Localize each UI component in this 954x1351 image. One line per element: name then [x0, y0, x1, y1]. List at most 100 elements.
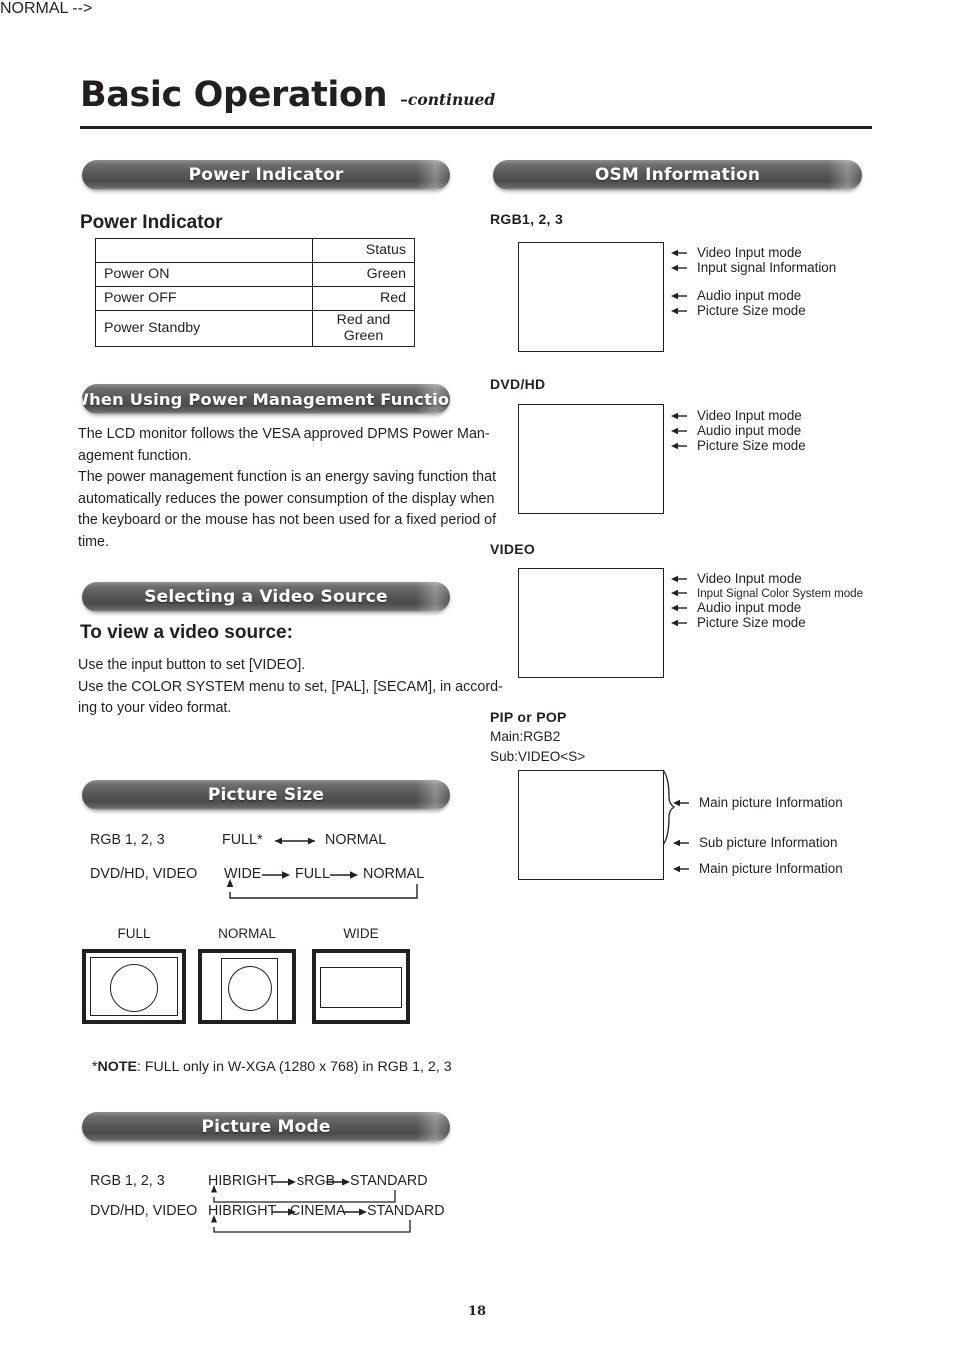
- section-pill-power-indicator: Power Indicator: [82, 160, 450, 190]
- diagram-label-wide: WIDE: [343, 926, 379, 941]
- osm-callout-rgb-1: Video Input mode: [670, 245, 802, 260]
- section-pill-label: Picture Size: [207, 785, 325, 805]
- paragraph-line: The LCD monitor follows the VESA approve…: [78, 426, 490, 442]
- diagram-inner-frame: [320, 967, 402, 1008]
- picture-size-row-dvd-source: DVD/HD, VIDEO: [90, 866, 198, 882]
- heading-view-video-source: To view a video source:: [80, 622, 293, 643]
- section-pill-label: OSM Information: [594, 165, 761, 185]
- picture-mode-loopback-arrow-rgb: [211, 1185, 396, 1203]
- left-arrow-icon: [671, 427, 687, 434]
- osm-callout-video-1: Video Input mode: [670, 571, 802, 586]
- osm-callout-dvdhd-1: Video Input mode: [670, 408, 802, 423]
- osm-callout-pip-1: Main picture Information: [672, 795, 843, 810]
- osm-callout-label: Picture Size mode: [697, 303, 806, 318]
- osm-callout-label: Picture Size mode: [697, 615, 806, 630]
- osm-callout-label: Input signal Information: [697, 260, 837, 275]
- table-cell: Power ON: [95, 262, 313, 287]
- picture-size-row-rgb-source: RGB 1, 2, 3: [90, 832, 165, 848]
- osm-callout-label: Video Input mode: [697, 408, 802, 423]
- header-divider: [80, 126, 872, 129]
- diagram-screen-wide: [312, 949, 410, 1024]
- paragraph-line: agement function.: [78, 447, 192, 464]
- left-arrow-icon: [671, 264, 687, 271]
- left-arrow-icon: [673, 799, 689, 806]
- left-arrow-icon: [671, 604, 687, 611]
- page-title-continued: –continued: [400, 90, 496, 109]
- table-cell: Red: [312, 286, 415, 311]
- table-cell: Power Standby: [95, 310, 313, 347]
- picture-mode-row-dvd-source: DVD/HD, VIDEO: [90, 1203, 198, 1219]
- section-pill-label: Selecting a Video Source: [144, 587, 388, 607]
- diagram-label-full: FULL: [117, 926, 151, 941]
- page-title: Basic Operation: [80, 75, 388, 115]
- paragraph-power-management: The LCD monitor follows the VESA approve…: [78, 424, 497, 553]
- paragraph-line: automatically reduces the power consumpt…: [78, 490, 495, 507]
- picture-size-note: *NOTE: FULL only in W-XGA (1280 x 768) i…: [92, 1059, 452, 1075]
- document-page: Basic Operation –continued Power Indicat…: [0, 0, 954, 1351]
- osm-callout-rgb-3: Audio input mode: [670, 288, 801, 303]
- osm-callout-video-2: Input Signal Color System mode: [670, 586, 872, 600]
- left-arrow-icon: [671, 442, 687, 449]
- osm-group-heading-video: VIDEO: [490, 541, 536, 557]
- note-text: : FULL only in W-XGA (1280 x 768) in RGB…: [136, 1059, 452, 1075]
- table-row: Power OFF Red: [95, 286, 415, 311]
- left-arrow-icon: [671, 307, 687, 314]
- paragraph-line: Use the input button to set [VIDEO].: [78, 657, 306, 673]
- osm-group-heading-dvdhd: DVD/HD: [490, 376, 546, 392]
- diagram-label-normal: NORMAL: [218, 926, 276, 941]
- osm-screen-box-rgb: [518, 242, 664, 352]
- osm-group-heading-rgb: RGB1, 2, 3: [490, 211, 564, 227]
- osm-group-heading-pip-pop: PIP or POP: [490, 709, 567, 725]
- table-cell: Red and Green: [312, 310, 415, 347]
- note-bold-word: NOTE: [97, 1059, 137, 1075]
- osm-pip-sub-label: Sub:VIDEO<S>: [490, 749, 586, 764]
- section-pill-label: When Using Power Management Function: [82, 389, 450, 409]
- page-header: Basic Operation –continued: [80, 78, 880, 124]
- paragraph-line: the keyboard or the mouse has not been u…: [78, 512, 497, 528]
- table-cell: Power OFF: [95, 286, 313, 311]
- osm-callout-label: Input Signal Color System mode: [697, 586, 864, 600]
- section-pill-picture-mode: Picture Mode: [82, 1112, 450, 1142]
- osm-callout-label: Audio input mode: [697, 600, 802, 615]
- picture-mode-row-rgb-source: RGB 1, 2, 3: [90, 1173, 165, 1189]
- diagram-circle: [110, 964, 158, 1012]
- left-arrow-icon: [671, 619, 687, 626]
- diagram-screen-full: [82, 949, 186, 1024]
- left-arrow-icon: [671, 589, 687, 597]
- picture-size-loopback-arrow: [226, 879, 418, 899]
- bidirectional-arrow-icon: [275, 837, 315, 845]
- paragraph-line: The power management function is an ener…: [78, 469, 497, 485]
- paragraph-line: time.: [78, 533, 109, 550]
- table-cell: [95, 238, 313, 263]
- paragraph-line: Use the COLOR SYSTEM menu to set, [PAL],…: [78, 678, 503, 695]
- osm-screen-box-pip-pop: [518, 770, 664, 880]
- picture-size-row-rgb-item-2: NORMAL: [325, 832, 387, 848]
- section-pill-osm-information: OSM Information: [493, 160, 862, 190]
- diagram-screen-normal: [198, 949, 296, 1024]
- picture-mode-loopback-arrow-dvd: [211, 1215, 411, 1233]
- table-cell: Green: [312, 262, 415, 287]
- osm-callout-pip-3: Main picture Information: [672, 861, 843, 876]
- paragraph-video-source: Use the input button to set [VIDEO]. Use…: [78, 655, 503, 720]
- table-row: Power ON Green: [95, 262, 415, 287]
- osm-callout-dvdhd-2: Audio input mode: [670, 423, 801, 438]
- osm-callout-dvdhd-3: Picture Size mode: [670, 438, 806, 453]
- osm-callout-label: Picture Size mode: [697, 438, 806, 453]
- left-arrow-icon: [671, 575, 687, 582]
- osm-callout-rgb-2: Input signal Information: [670, 260, 836, 275]
- section-pill-video-source: Selecting a Video Source: [82, 582, 450, 612]
- left-arrow-icon: [673, 839, 689, 846]
- section-pill-label: Picture Mode: [201, 1117, 331, 1137]
- power-indicator-table: Status Power ON Green Power OFF Red Powe…: [95, 238, 415, 347]
- table-header-status: Status: [312, 238, 415, 263]
- left-arrow-icon: [673, 865, 689, 872]
- osm-callout-label: Video Input mode: [697, 245, 802, 260]
- left-arrow-icon: [671, 292, 687, 299]
- osm-callout-pip-2: Sub picture Information: [672, 835, 837, 850]
- osm-screen-box-dvdhd: [518, 404, 664, 514]
- osm-callout-label: Main picture Information: [699, 795, 843, 810]
- osm-callout-label: Video Input mode: [697, 571, 802, 586]
- osm-callout-label: Main picture Information: [699, 861, 843, 876]
- paragraph-line: ing to your video format.: [78, 700, 232, 716]
- heading-power-indicator: Power Indicator: [80, 212, 223, 233]
